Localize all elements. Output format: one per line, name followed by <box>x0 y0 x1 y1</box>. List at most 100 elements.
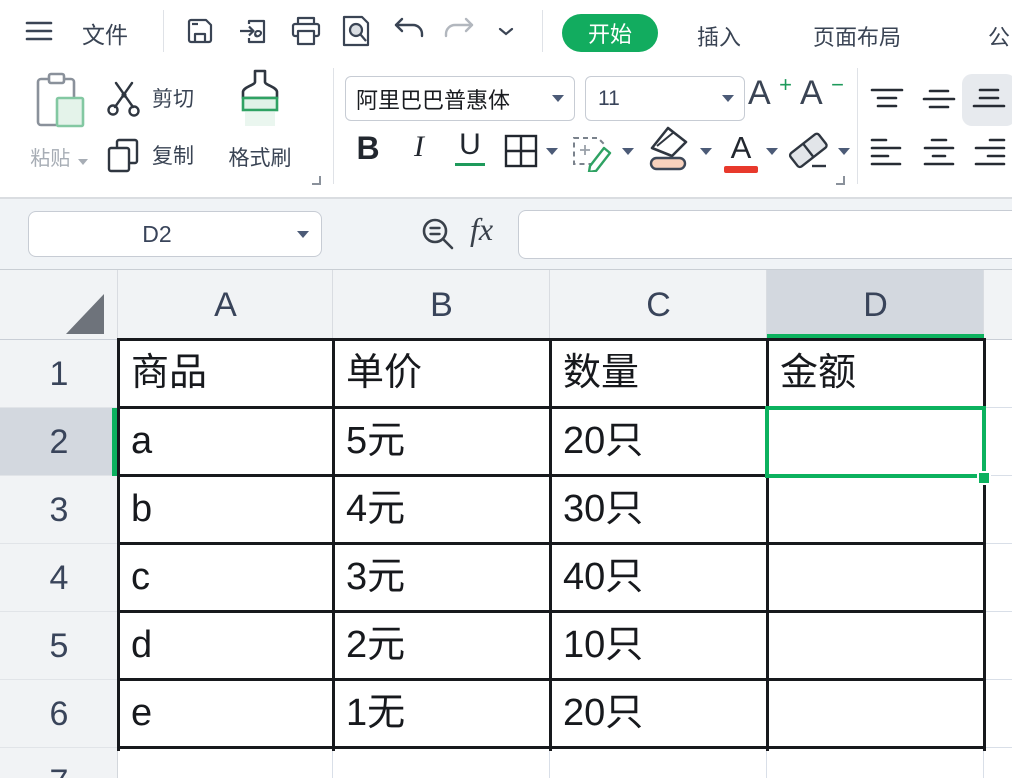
font-size-dropdown-icon <box>722 95 734 102</box>
cell-A1[interactable]: 商品 <box>118 340 333 408</box>
tab-formulas[interactable]: 公 <box>988 20 1010 52</box>
paste-button[interactable]: 粘贴 <box>18 66 100 171</box>
export-pdf-icon[interactable] <box>236 14 270 48</box>
format-painter-label: 格式刷 <box>229 147 292 170</box>
font-color-button[interactable]: A <box>722 130 760 173</box>
cell-A2[interactable]: a <box>118 408 333 476</box>
redo-icon[interactable] <box>442 14 476 48</box>
quick-access-more-icon[interactable] <box>492 14 520 48</box>
cell-B5[interactable]: 2元 <box>333 612 550 680</box>
underline-button[interactable]: U <box>450 128 490 174</box>
minus-sign: − <box>831 72 844 98</box>
paste-label: 粘贴 <box>30 148 70 170</box>
align-bottom-icon[interactable] <box>968 84 1010 116</box>
underline-color-bar <box>455 163 485 166</box>
cell-C6[interactable]: 20只 <box>550 680 767 748</box>
draw-border-dropdown-icon[interactable] <box>622 148 634 155</box>
print-icon[interactable] <box>289 14 323 48</box>
cell-D4[interactable] <box>767 544 984 612</box>
fill-color-dropdown-icon[interactable] <box>700 148 712 155</box>
cell-B2[interactable]: 5元 <box>333 408 550 476</box>
bold-button[interactable]: B <box>350 130 386 172</box>
borders-button[interactable] <box>502 132 540 170</box>
draw-border-button[interactable] <box>568 128 614 172</box>
print-preview-icon[interactable] <box>339 14 373 48</box>
row-header-2[interactable]: 2 <box>0 408 118 476</box>
zoom-formula-icon[interactable] <box>418 215 458 255</box>
font-color-bar <box>724 166 758 173</box>
undo-icon[interactable] <box>392 14 426 48</box>
eraser-button[interactable] <box>786 128 834 174</box>
divider <box>542 10 543 52</box>
insert-function-fx[interactable]: fx <box>470 211 493 248</box>
fill-handle[interactable] <box>977 471 991 485</box>
hamburger-menu-icon[interactable] <box>22 14 56 48</box>
column-header-B[interactable]: B <box>333 270 550 340</box>
tab-page-layout[interactable]: 页面布局 <box>813 20 901 52</box>
column-header-A[interactable]: A <box>118 270 333 340</box>
align-middle-icon[interactable] <box>918 84 960 116</box>
row-header-3[interactable]: 3 <box>0 476 118 544</box>
cell-B4[interactable]: 3元 <box>333 544 550 612</box>
align-top-icon[interactable] <box>866 84 908 116</box>
column-header-E-partial[interactable] <box>984 270 1012 340</box>
divider <box>333 68 334 184</box>
cell-C1[interactable]: 数量 <box>550 340 767 408</box>
column-header-D[interactable]: D <box>767 270 984 340</box>
sheet-grid: A B C D 1 2 3 4 5 6 7 <box>0 270 1012 778</box>
formula-input[interactable] <box>518 210 1012 259</box>
row-header-6[interactable]: 6 <box>0 680 118 748</box>
align-center-icon[interactable] <box>918 136 960 168</box>
save-icon[interactable] <box>183 14 217 48</box>
copy-button[interactable]: 复制 <box>104 136 194 174</box>
font-color-dropdown-icon[interactable] <box>766 148 778 155</box>
row-header-1[interactable]: 1 <box>0 340 118 408</box>
cut-button[interactable]: 剪切 <box>104 78 194 118</box>
tab-home-label: 开始 <box>588 17 632 49</box>
name-box[interactable]: D2 <box>28 211 322 257</box>
cell-C4[interactable]: 40只 <box>550 544 767 612</box>
cell-C3[interactable]: 30只 <box>550 476 767 544</box>
clipboard-dialog-launcher-icon[interactable] <box>312 176 321 185</box>
underline-letter: U <box>459 128 481 161</box>
format-painter-button[interactable]: 格式刷 <box>212 66 308 172</box>
cell-C2[interactable]: 20只 <box>550 408 767 476</box>
column-header-C[interactable]: C <box>550 270 767 340</box>
font-size-select[interactable]: 11 <box>585 76 745 121</box>
cell-B1[interactable]: 单价 <box>333 340 550 408</box>
tab-insert[interactable]: 插入 <box>697 20 741 52</box>
selection-border <box>765 406 986 478</box>
borders-dropdown-icon[interactable] <box>546 148 558 155</box>
cell-D5[interactable] <box>767 612 984 680</box>
fill-color-button[interactable] <box>644 126 694 174</box>
italic-button[interactable]: I <box>406 130 432 172</box>
copy-label: 复制 <box>152 140 194 170</box>
cell-D3[interactable] <box>767 476 984 544</box>
cell-B3[interactable]: 4元 <box>333 476 550 544</box>
eraser-dropdown-icon[interactable] <box>838 148 850 155</box>
cell-A3[interactable]: b <box>118 476 333 544</box>
row-header-7[interactable]: 7 <box>0 748 118 778</box>
row-header-5[interactable]: 5 <box>0 612 118 680</box>
tab-home[interactable]: 开始 <box>562 14 658 52</box>
cell-A5[interactable]: d <box>118 612 333 680</box>
name-box-value: D2 <box>29 212 285 256</box>
font-size-value: 11 <box>586 87 722 111</box>
increase-font-size-button[interactable]: A + <box>748 74 792 122</box>
top-bar: 文件 开始 插入 页面布局 公 <box>0 0 1012 60</box>
font-dialog-launcher-icon[interactable] <box>836 176 845 185</box>
align-left-icon[interactable] <box>866 136 908 168</box>
decrease-font-letter: A <box>800 74 823 112</box>
file-menu[interactable]: 文件 <box>82 16 128 50</box>
cell-D6[interactable] <box>767 680 984 748</box>
cell-C5[interactable]: 10只 <box>550 612 767 680</box>
decrease-font-size-button[interactable]: A − <box>800 74 844 122</box>
cell-A4[interactable]: c <box>118 544 333 612</box>
select-all-triangle-icon[interactable] <box>66 294 104 334</box>
font-family-select[interactable]: 阿里巴巴普惠体 <box>345 76 575 121</box>
cell-A6[interactable]: e <box>118 680 333 748</box>
cell-D1[interactable]: 金额 <box>767 340 984 408</box>
row-header-4[interactable]: 4 <box>0 544 118 612</box>
align-right-icon[interactable] <box>968 136 1010 168</box>
cell-B6[interactable]: 1无 <box>333 680 550 748</box>
